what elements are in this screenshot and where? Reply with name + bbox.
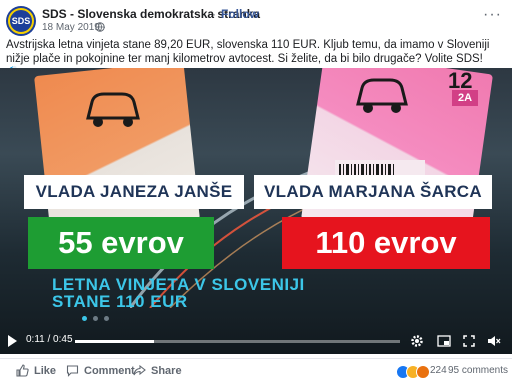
video-controls: 0:11 / 0:45 bbox=[0, 330, 512, 352]
reaction-count[interactable]: 224 bbox=[430, 365, 447, 376]
more-options-icon[interactable]: ··· bbox=[483, 6, 502, 24]
progress-fill bbox=[75, 340, 155, 343]
video-player[interactable]: 12 2A VLADA JANEZA JANŠE VLADA MARJANA Š… bbox=[0, 68, 512, 354]
comment-count[interactable]: 95 comments bbox=[448, 365, 508, 376]
slide-indicator bbox=[82, 316, 109, 321]
follow-button[interactable]: Follow bbox=[221, 7, 259, 21]
picture-in-picture-icon[interactable] bbox=[437, 334, 451, 348]
caption-line-1: LETNA VINJETA V SLOVENIJI bbox=[52, 275, 305, 294]
like-label: Like bbox=[34, 364, 57, 377]
thumbs-up-icon bbox=[16, 364, 29, 377]
share-label: Share bbox=[151, 364, 182, 377]
progress-bar[interactable] bbox=[75, 340, 400, 343]
comment-icon bbox=[66, 365, 79, 377]
page-avatar[interactable]: SDS bbox=[6, 6, 36, 36]
angry-reaction-icon bbox=[416, 365, 430, 379]
facebook-post: SDS SDS - Slovenska demokratska stranka … bbox=[0, 0, 512, 384]
slide-dot bbox=[104, 316, 109, 321]
header-separator: · bbox=[212, 7, 216, 21]
play-icon[interactable] bbox=[8, 335, 17, 347]
video-time: 0:11 / 0:45 bbox=[26, 334, 73, 345]
car-icon bbox=[356, 78, 408, 113]
like-button[interactable]: Like bbox=[16, 364, 56, 377]
avatar-logo: SDS bbox=[8, 8, 34, 34]
right-banner: VLADA MARJANA ŠARCA bbox=[254, 175, 492, 209]
left-price-box: 55 evrov bbox=[28, 217, 214, 269]
share-icon bbox=[133, 364, 146, 376]
reaction-icons[interactable] bbox=[396, 365, 430, 379]
avatar-text: SDS bbox=[11, 16, 31, 26]
comment-button[interactable]: Comment bbox=[66, 364, 135, 377]
comment-label: Comment bbox=[84, 364, 135, 377]
video-caption: LETNA VINJETA V SLOVENIJI STANE 110 EUR bbox=[52, 276, 332, 310]
mute-icon[interactable] bbox=[487, 334, 501, 348]
left-banner: VLADA JANEZA JANŠE bbox=[24, 175, 244, 209]
globe-icon bbox=[95, 22, 105, 32]
caption-line-2: STANE 110 EUR bbox=[52, 292, 188, 311]
slide-dot bbox=[93, 316, 98, 321]
settings-icon[interactable] bbox=[410, 334, 424, 348]
slide-dot bbox=[82, 316, 87, 321]
car-icon bbox=[86, 92, 140, 127]
right-price-box: 110 evrov bbox=[282, 217, 490, 269]
post-actions-bar: Like Comment Share 224 95 comments bbox=[0, 358, 512, 384]
fullscreen-icon[interactable] bbox=[462, 334, 476, 348]
vignette-badge: 2A bbox=[452, 90, 478, 106]
share-button[interactable]: Share bbox=[133, 364, 182, 377]
